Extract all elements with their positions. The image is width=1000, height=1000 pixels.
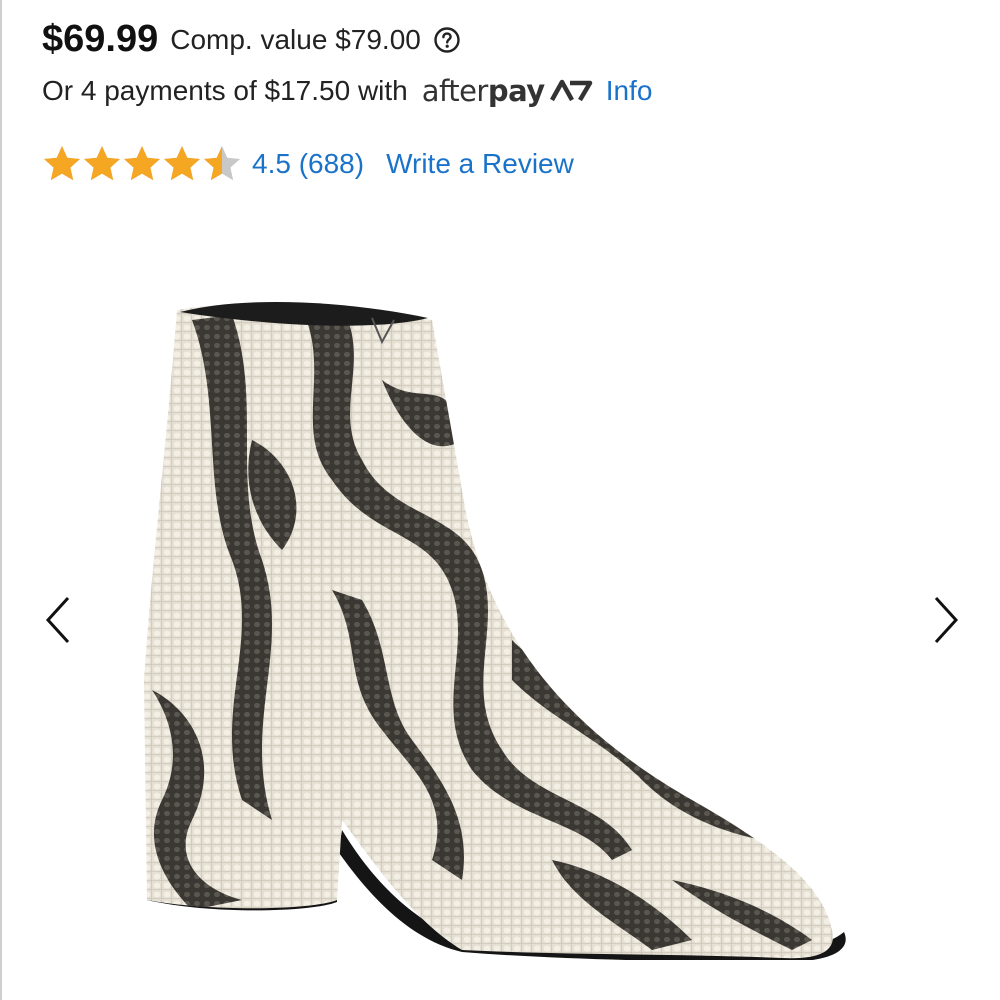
star-icon (44, 146, 80, 181)
star-icon (84, 146, 120, 181)
star-icon (164, 146, 200, 181)
chevron-right-icon[interactable] (926, 590, 966, 650)
afterpay-info-link[interactable]: Info (606, 75, 653, 107)
rating-row: 4.5 (688) Write a Review (42, 144, 574, 184)
comp-value: Comp. value $79.00 (170, 23, 421, 55)
afterpay-logo: after pay (422, 74, 594, 108)
product-image-carousel (2, 220, 1000, 1000)
question-circle-icon[interactable] (433, 26, 461, 54)
product-detail-page: $69.99 Comp. value $79.00 Or 4 payments … (0, 0, 1000, 1000)
star-rating (42, 144, 242, 184)
afterpay-logo-text-bold: pay (487, 74, 545, 108)
product-image (144, 301, 846, 960)
installment-text: Or 4 payments of $17.50 with (42, 75, 408, 106)
star-icon (124, 146, 160, 181)
rating-summary-link[interactable]: 4.5 (688) (252, 148, 364, 180)
price-row: $69.99 Comp. value $79.00 (42, 18, 461, 61)
installment-row: Or 4 payments of $17.50 with after pay In… (42, 74, 652, 108)
afterpay-logo-text-light: after (421, 74, 489, 108)
write-review-link[interactable]: Write a Review (386, 148, 574, 180)
afterpay-logo-icon (549, 79, 592, 102)
sale-price: $69.99 (42, 18, 159, 60)
chevron-left-icon[interactable] (38, 590, 78, 650)
star-icon (204, 146, 240, 181)
